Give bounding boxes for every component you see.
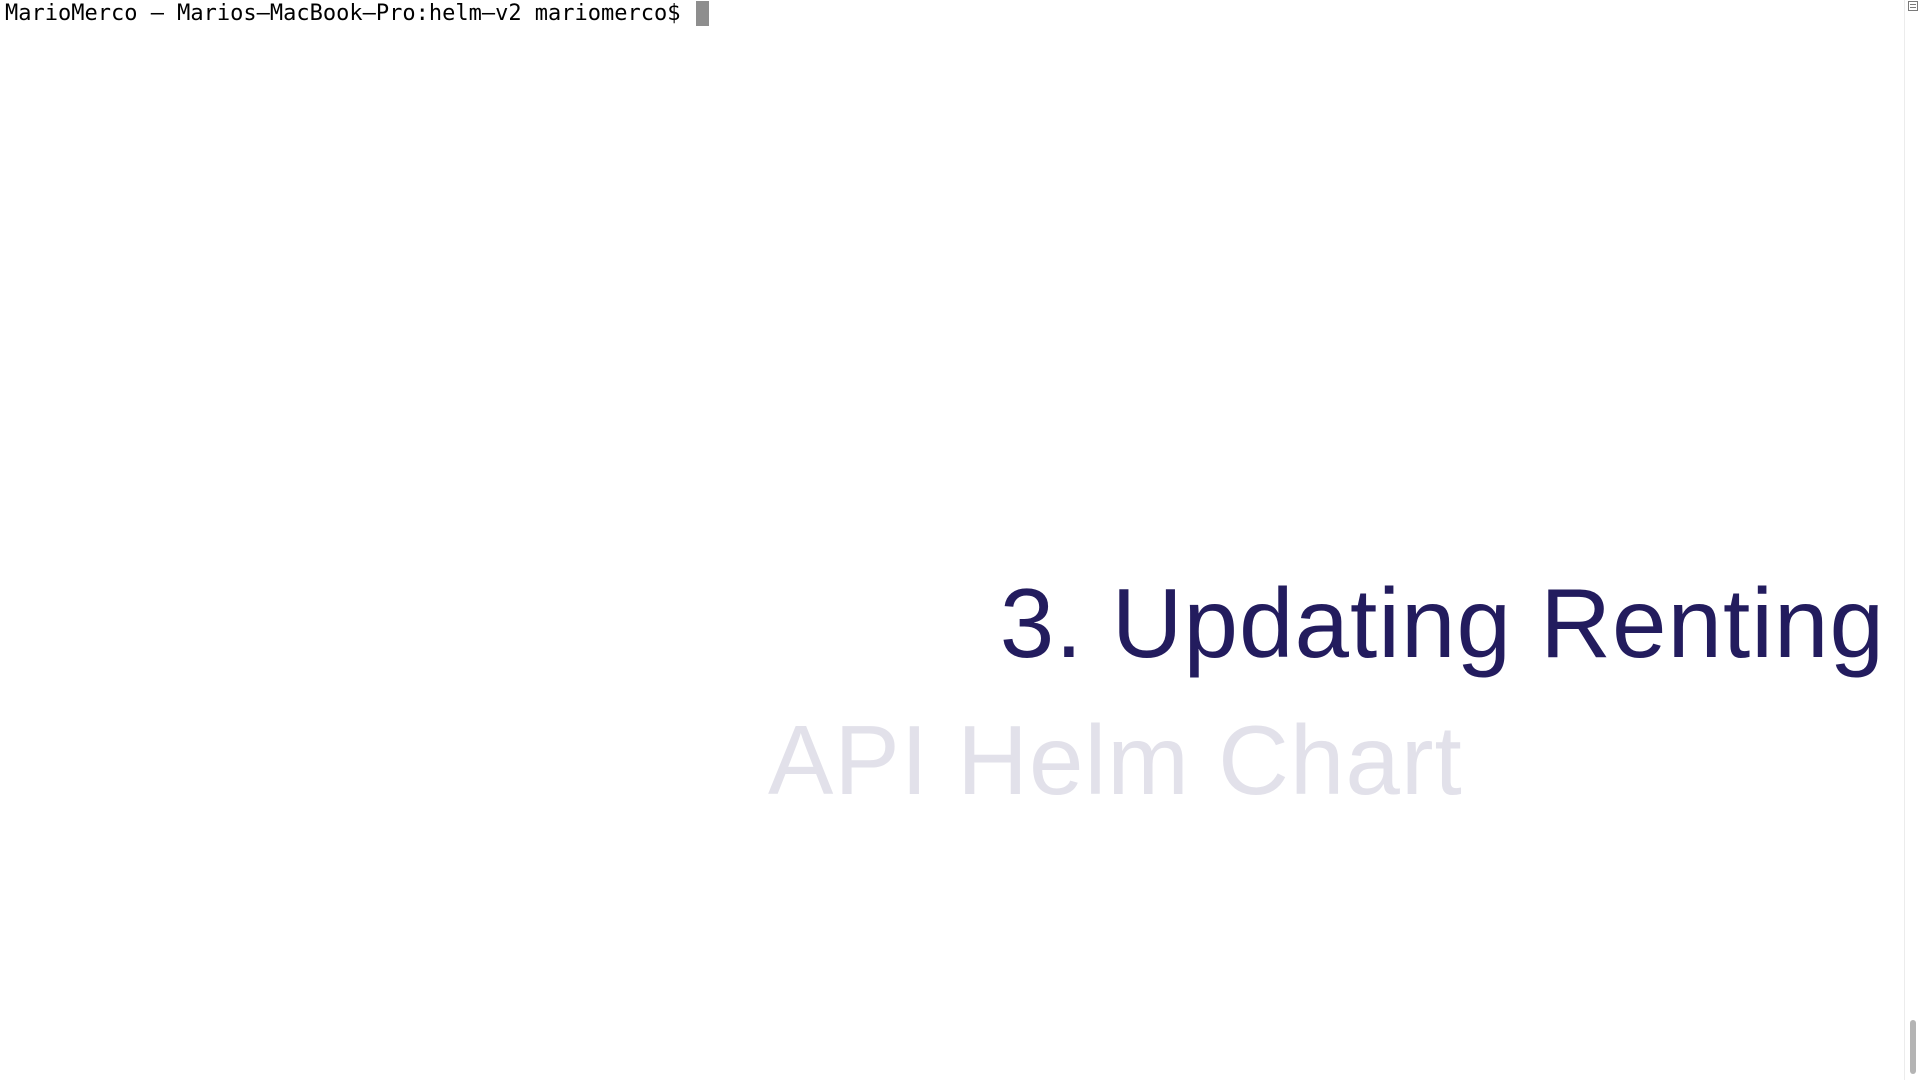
terminal-window[interactable]: MarioMerco — Marios—MacBook—Pro:helm—v2 … bbox=[0, 0, 1920, 1080]
section-title: 3. Updating Renting bbox=[999, 568, 1885, 678]
vertical-scrollbar[interactable] bbox=[1904, 0, 1920, 1080]
section-subtitle: API Helm Chart bbox=[768, 705, 1463, 815]
terminal-prompt: MarioMerco — Marios—MacBook—Pro:helm—v2 … bbox=[5, 1, 694, 26]
terminal-prompt-line: MarioMerco — Marios—MacBook—Pro:helm—v2 … bbox=[5, 0, 709, 27]
text-cursor bbox=[695, 1, 709, 26]
split-pane-icon[interactable] bbox=[1908, 1, 1918, 11]
scrollbar-thumb[interactable] bbox=[1910, 1020, 1916, 1074]
